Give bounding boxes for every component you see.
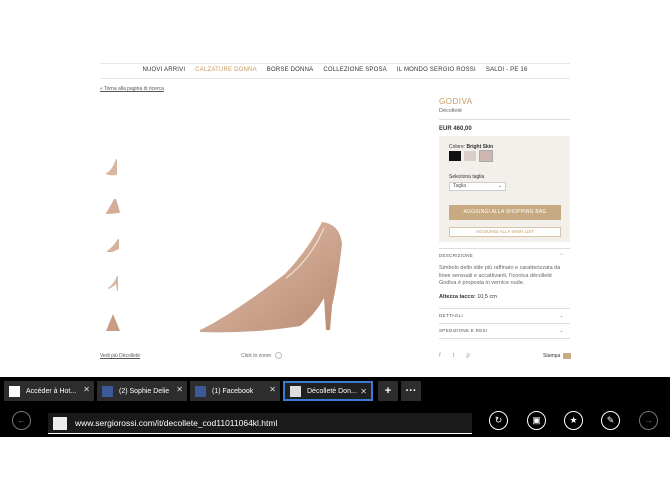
divider — [439, 248, 570, 249]
click-to-zoom[interactable]: Click to zoom — [241, 352, 283, 359]
zoom-label: Click to zoom — [241, 352, 272, 359]
url-input[interactable]: www.sergiorossi.com/it/decollete_cod1101… — [48, 413, 472, 434]
login-icon — [9, 385, 20, 397]
thumbnail-5[interactable] — [104, 310, 122, 334]
thumbnail-2[interactable] — [104, 193, 122, 217]
tab-2[interactable]: (2) Sophie Delie ✕ — [97, 381, 187, 401]
facebook-icon — [195, 385, 206, 397]
color-label: Colore: Bright Skin — [449, 144, 493, 150]
description-text: Simbolo dello stile più raffinato e cara… — [439, 265, 561, 286]
close-icon[interactable]: ✕ — [83, 385, 90, 394]
nav-item-bridal[interactable]: COLLEZIONE SPOSA — [318, 67, 392, 73]
nav-top-divider — [100, 63, 570, 64]
description-title: DESCRIZIONE — [439, 253, 474, 258]
description-toggle[interactable]: DESCRIZIONE ⌃ — [439, 250, 570, 262]
color-value: Bright Skin — [466, 144, 494, 150]
chevron-up-icon: ⌃ — [559, 253, 564, 259]
tab-1[interactable]: Accéder à Hot... ✕ — [4, 381, 94, 401]
web-page: NUOVI ARRIVI CALZATURE DONNA BORSE DONNA… — [0, 0, 670, 377]
chevron-down-icon: ⌄ — [559, 313, 564, 319]
refresh-icon[interactable]: ↻ — [489, 411, 508, 430]
nav-item-shoes[interactable]: CALZATURE DONNA — [190, 67, 262, 73]
product-image[interactable] — [190, 220, 350, 340]
thumbnail-1[interactable] — [104, 155, 122, 179]
color-label-text: Colore: — [449, 144, 466, 150]
back-icon[interactable]: ← — [12, 411, 31, 430]
thumbnail-3[interactable] — [104, 231, 122, 255]
details-toggle[interactable]: DETTAGLI ⌄ — [439, 310, 570, 322]
close-icon[interactable]: ✕ — [360, 387, 367, 396]
favorites-icon[interactable]: ★ — [564, 411, 583, 430]
swatch-black[interactable] — [449, 151, 461, 161]
print-label: Stampa — [543, 353, 561, 359]
twitter-icon[interactable]: t — [453, 353, 455, 359]
nav-item-world[interactable]: IL MONDO SERGIO ROSSI — [392, 67, 481, 73]
tab-menu-button[interactable]: ··· — [401, 381, 421, 401]
url-text: www.sergiorossi.com/it/decollete_cod1101… — [75, 418, 278, 428]
back-link-label: Torna alla pagina di ricerca — [104, 86, 164, 92]
heel-label: Altezza tacco: — [439, 294, 476, 300]
add-to-bag-button[interactable]: AGGIUNGI ALLA SHOPPING BAG — [449, 205, 561, 220]
browser-screen: NUOVI ARRIVI CALZATURE DONNA BORSE DONNA… — [0, 0, 670, 500]
nav-item-bags[interactable]: BORSE DONNA — [262, 67, 319, 73]
address-bar: ← www.sergiorossi.com/it/decollete_cod11… — [0, 404, 670, 437]
swatch-bright-skin[interactable] — [479, 150, 493, 162]
divider — [439, 119, 570, 120]
tabs-icon[interactable]: ▣ — [527, 411, 546, 430]
pinterest-icon[interactable]: p — [466, 353, 469, 359]
tab-3[interactable]: (1) Facebook ✕ — [190, 381, 280, 401]
swatch-light-grey[interactable] — [464, 151, 476, 161]
social-share: f t p — [439, 353, 470, 359]
tab-title: (1) Facebook — [212, 387, 254, 395]
tab-title: Accéder à Hot... — [26, 387, 77, 395]
divider — [439, 338, 570, 339]
back-to-search-link[interactable]: « Torna alla pagina di ricerca — [100, 86, 164, 92]
divider — [439, 308, 570, 309]
nav-item-new-arrivals[interactable]: NUOVI ARRIVI — [137, 67, 190, 73]
shipping-toggle[interactable]: SPEDIZIONE E RESI ⌄ — [439, 325, 570, 337]
tab-4-active[interactable]: Décolleté Don... ✕ — [283, 381, 373, 401]
print-button[interactable]: Stampa — [543, 353, 572, 359]
product-type: Décolleté — [439, 108, 462, 114]
main-nav: NUOVI ARRIVI CALZATURE DONNA BORSE DONNA… — [100, 67, 570, 73]
product-price: EUR 460,00 — [439, 126, 472, 132]
purchase-panel: Colore: Bright Skin Seleziona taglia Tag… — [439, 136, 570, 242]
thumbnail-4[interactable] — [104, 270, 122, 294]
add-to-wishlist-button[interactable]: AGGIUNGI ALLA WISH LIST — [449, 227, 561, 237]
magnifier-icon — [275, 352, 283, 359]
product-name: GODIVA — [439, 97, 473, 106]
printer-icon — [563, 353, 572, 359]
shoe-icon — [290, 385, 301, 397]
facebook-icon[interactable]: f — [439, 353, 441, 359]
empty-area — [0, 437, 670, 500]
nav-bottom-divider — [100, 78, 570, 79]
see-more-link[interactable]: Vedi più Décolleté — [100, 353, 140, 359]
heel-value: 10,5 cm — [477, 294, 497, 300]
details-title: DETTAGLI — [439, 313, 464, 318]
shipping-title: SPEDIZIONE E RESI — [439, 328, 488, 333]
heel-height: Altezza tacco: 10,5 cm — [439, 294, 497, 300]
nav-item-sales[interactable]: SALDI - PE 16 — [481, 67, 533, 73]
facebook-icon — [102, 385, 113, 397]
chevron-down-icon: ⌄ — [497, 183, 502, 189]
tools-icon[interactable]: ✎ — [601, 411, 620, 430]
close-icon[interactable]: ✕ — [176, 385, 183, 394]
chevron-down-icon: ⌄ — [559, 328, 564, 334]
size-label: Seleziona taglia — [449, 174, 485, 180]
divider — [439, 323, 570, 324]
size-select[interactable]: Taglia ⌄ — [449, 182, 506, 191]
tab-bar: Accéder à Hot... ✕ (2) Sophie Delie ✕ (1… — [0, 378, 670, 404]
new-tab-button[interactable]: + — [378, 381, 398, 401]
size-select-value: Taglia — [453, 183, 467, 189]
close-icon[interactable]: ✕ — [269, 385, 276, 394]
site-favicon — [53, 417, 67, 430]
forward-icon[interactable]: → — [639, 411, 658, 430]
tab-title: Décolleté Don... — [307, 387, 357, 395]
product-info: GODIVA Décolleté EUR 460,00 — [439, 97, 570, 132]
tab-title: (2) Sophie Delie — [119, 387, 170, 395]
